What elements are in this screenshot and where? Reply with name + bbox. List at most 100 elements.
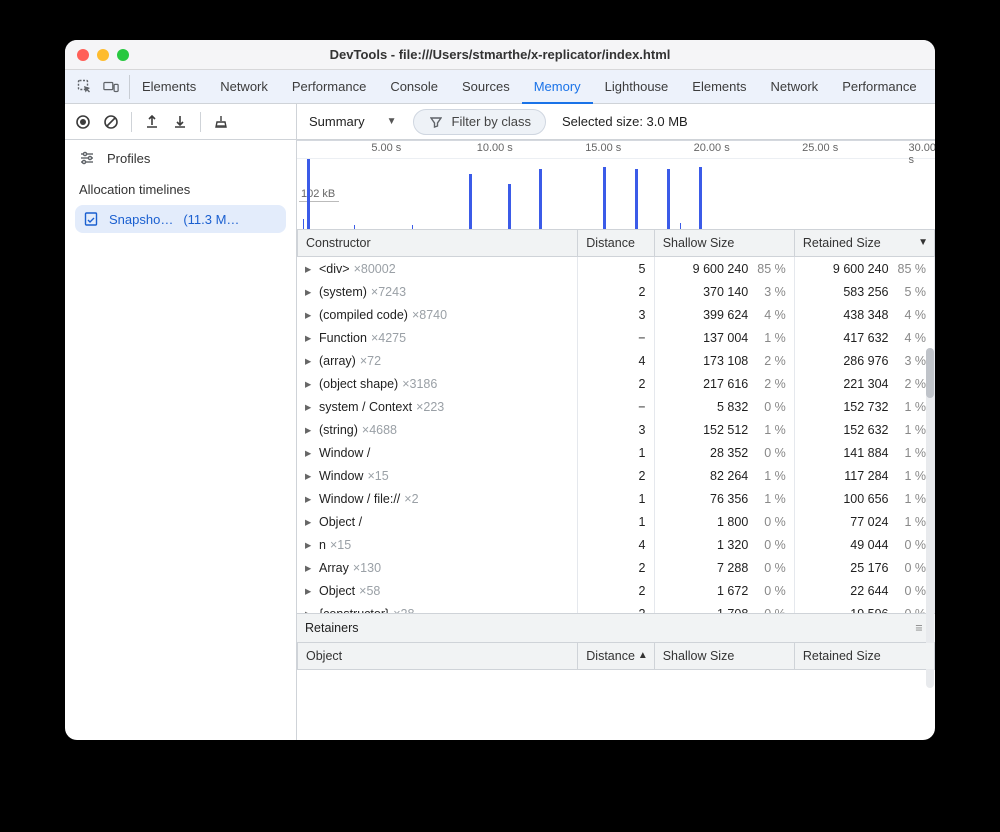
disclosure-icon[interactable]: ▸ [305, 376, 315, 391]
shallow-cell: 28 352 0 % [654, 441, 794, 464]
tab-elements[interactable]: Elements [130, 70, 208, 103]
alloc-bar[interactable] [469, 174, 472, 229]
view-dropdown[interactable]: Summary ▼ [309, 114, 397, 129]
table-row[interactable]: ▸ Object / 11 800 0 %77 024 1 % [297, 510, 935, 533]
scrollbar-thumb[interactable] [926, 348, 934, 398]
constructor-name: <div> [319, 262, 350, 276]
table-row[interactable]: ▸ (system) ×72432370 140 3 %583 256 5 % [297, 280, 935, 303]
distance-cell: 2 [578, 556, 655, 579]
filter-input[interactable]: Filter by class [413, 109, 546, 135]
table-row[interactable]: ▸ Function ×4275−137 004 1 %417 632 4 % [297, 326, 935, 349]
disclosure-icon[interactable]: ▸ [305, 422, 315, 437]
distance-cell: 2 [578, 579, 655, 602]
disclosure-icon[interactable]: ▸ [305, 284, 315, 299]
main-panel: 5.00 s10.00 s15.00 s20.00 s25.00 s30.00 … [297, 140, 935, 740]
constructor-name: n [319, 538, 326, 552]
alloc-bar[interactable] [603, 167, 606, 229]
chevron-down-icon: ▼ [387, 116, 397, 127]
table-row[interactable]: ▸ <div> ×8000259 600 240 85 %9 600 240 8… [297, 257, 935, 280]
table-row[interactable]: ▸ {constructor} ×2821 708 0 %19 596 0 % [297, 602, 935, 613]
instance-count: ×2 [404, 492, 418, 506]
minimize-dot[interactable] [97, 49, 109, 61]
tab-performance[interactable]: Performance [830, 70, 928, 103]
disclosure-icon[interactable]: ▸ [305, 399, 315, 414]
table-row[interactable]: ▸ (compiled code) ×87403399 624 4 %438 3… [297, 303, 935, 326]
inspect-icon[interactable] [77, 79, 93, 95]
col-shallow[interactable]: Shallow Size [654, 230, 794, 257]
table-row[interactable]: ▸ Window / 128 352 0 %141 884 1 % [297, 441, 935, 464]
retained-cell: 117 284 1 % [794, 464, 934, 487]
tab-memory[interactable]: Memory [522, 71, 593, 104]
table-row[interactable]: ▸ (string) ×46883152 512 1 %152 632 1 % [297, 418, 935, 441]
filter-label: Filter by class [452, 114, 531, 129]
tab-network[interactable]: Network [208, 70, 280, 103]
col-retained[interactable]: Retained Size▼ [794, 230, 934, 257]
ret-col-retained[interactable]: Retained Size [794, 643, 934, 670]
col-constructor[interactable]: Constructor [298, 230, 578, 257]
disclosure-icon[interactable]: ▸ [305, 353, 315, 368]
instance-count: ×130 [353, 561, 381, 575]
zoom-dot[interactable] [117, 49, 129, 61]
disclosure-icon[interactable]: ▸ [305, 330, 315, 345]
filter-icon [428, 114, 444, 130]
disclosure-icon[interactable]: ▸ [305, 445, 315, 460]
col-distance[interactable]: Distance [578, 230, 654, 257]
table-row[interactable]: ▸ Array ×13027 288 0 %25 176 0 % [297, 556, 935, 579]
constructor-name: Window [319, 469, 363, 483]
alloc-minibar [412, 225, 413, 229]
tab-performance[interactable]: Performance [280, 70, 378, 103]
export-icon[interactable] [144, 114, 160, 130]
disclosure-icon[interactable]: ▸ [305, 514, 315, 529]
disclosure-icon[interactable]: ▸ [305, 583, 315, 598]
tab-console[interactable]: Console [378, 70, 450, 103]
tab-network[interactable]: Network [759, 70, 831, 103]
import-icon[interactable] [172, 114, 188, 130]
profiles-header[interactable]: Profiles [65, 140, 296, 172]
gc-broom-icon[interactable] [213, 114, 229, 130]
table-row[interactable]: ▸ (object shape) ×31862217 616 2 %221 30… [297, 372, 935, 395]
alloc-bar[interactable] [699, 167, 702, 229]
disclosure-icon[interactable]: ▸ [305, 307, 315, 322]
record-icon[interactable] [75, 114, 91, 130]
table-row[interactable]: ▸ (array) ×724173 108 2 %286 976 3 % [297, 349, 935, 372]
disclosure-icon[interactable]: ▸ [305, 468, 315, 483]
timeline-tick: 25.00 s [802, 142, 838, 154]
tab-elements[interactable]: Elements [680, 70, 758, 103]
snapshot-name: Snapsho… [109, 212, 173, 227]
disclosure-icon[interactable]: ▸ [305, 261, 315, 276]
alloc-bar[interactable] [508, 184, 511, 229]
constructor-name: (array) [319, 354, 356, 368]
table-row[interactable]: ▸ system / Context ×223−5 832 0 %152 732… [297, 395, 935, 418]
table-row[interactable]: ▸ Window / file:// ×2176 356 1 %100 656 … [297, 487, 935, 510]
alloc-bar[interactable] [307, 159, 310, 229]
disclosure-icon[interactable]: ▸ [305, 537, 315, 552]
tab-lighthouse[interactable]: Lighthouse [593, 70, 681, 103]
table-row[interactable]: ▸ n ×1541 320 0 %49 044 0 % [297, 533, 935, 556]
distance-cell: 1 [578, 487, 655, 510]
tab-sources[interactable]: Sources [450, 70, 522, 103]
distance-cell: − [578, 395, 655, 418]
snapshot-item[interactable]: Snapsho… (11.3 M… [75, 205, 286, 233]
hamburger-icon[interactable]: ≡ [911, 620, 927, 636]
device-icon[interactable] [103, 79, 119, 95]
tab-console[interactable]: Console [929, 70, 935, 103]
scrollbar-track[interactable] [926, 348, 934, 688]
retained-cell: 417 632 4 % [794, 326, 934, 349]
ret-col-object[interactable]: Object [298, 643, 578, 670]
allocation-timeline[interactable]: 5.00 s10.00 s15.00 s20.00 s25.00 s30.00 … [297, 140, 935, 230]
ret-col-distance[interactable]: Distance▲ [578, 643, 654, 670]
table-row[interactable]: ▸ Object ×5821 672 0 %22 644 0 % [297, 579, 935, 602]
disclosure-icon[interactable]: ▸ [305, 560, 315, 575]
close-dot[interactable] [77, 49, 89, 61]
clear-icon[interactable] [103, 114, 119, 130]
disclosure-icon[interactable]: ▸ [305, 491, 315, 506]
instance-count: ×7243 [371, 285, 406, 299]
alloc-bar[interactable] [539, 169, 542, 229]
retainers-panel: Retainers ≡ Object Distance▲ Shallow Siz… [297, 613, 935, 740]
alloc-bar[interactable] [667, 169, 670, 229]
alloc-bar[interactable] [635, 169, 638, 229]
disclosure-icon[interactable]: ▸ [305, 606, 315, 613]
shallow-cell: 5 832 0 % [654, 395, 794, 418]
table-row[interactable]: ▸ Window ×15282 264 1 %117 284 1 % [297, 464, 935, 487]
ret-col-shallow[interactable]: Shallow Size [654, 643, 794, 670]
